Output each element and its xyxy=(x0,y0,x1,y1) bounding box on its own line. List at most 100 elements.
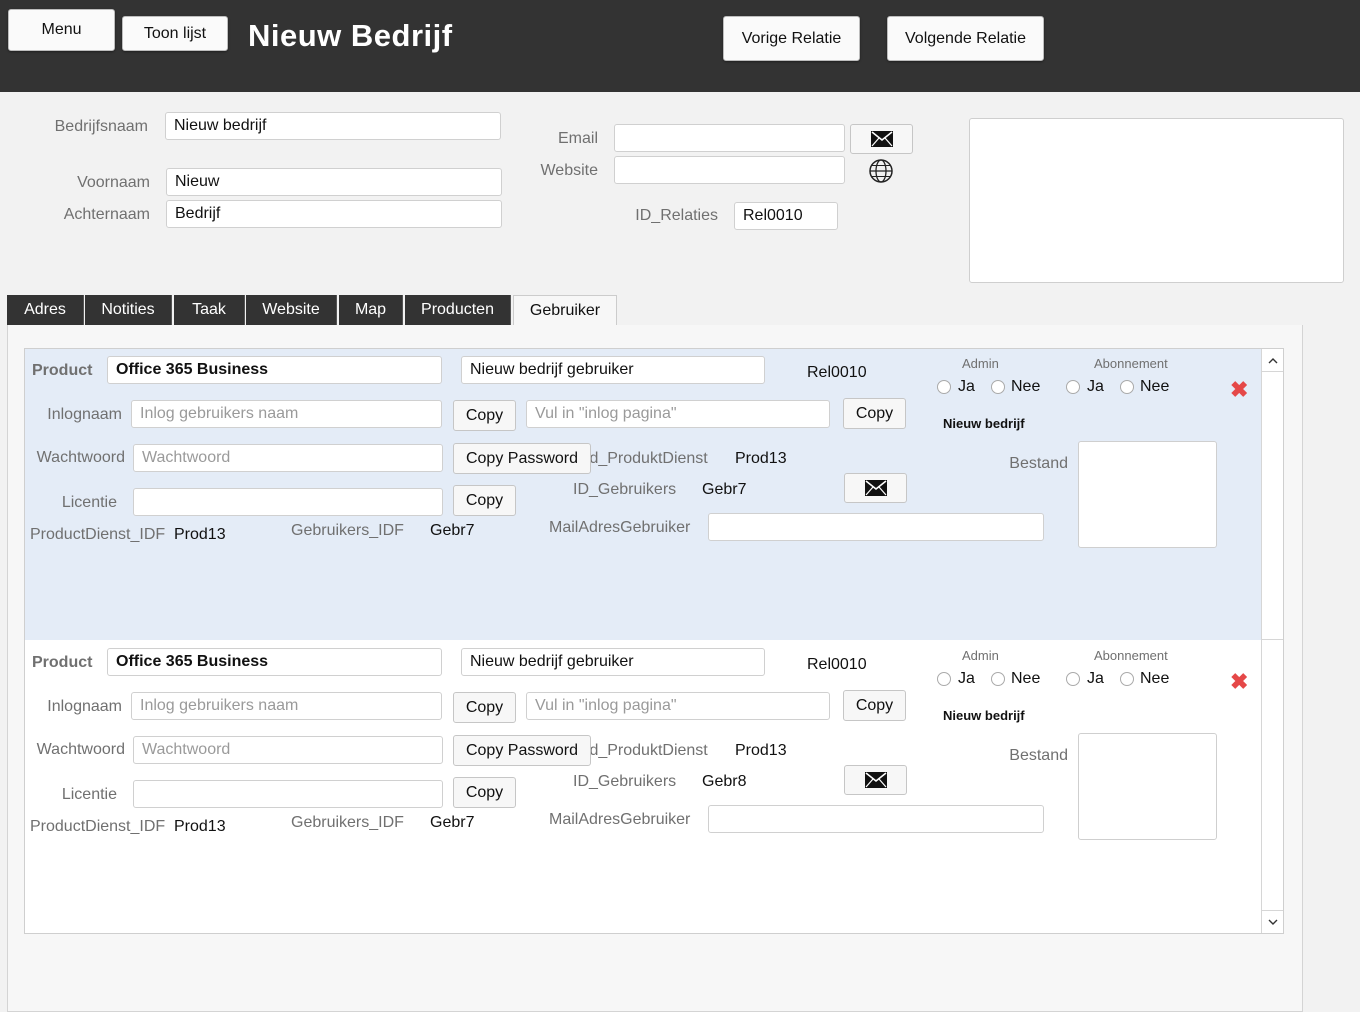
admin-nee-label: Nee xyxy=(1011,378,1041,395)
id-produktdienst-label: Id_ProduktDienst xyxy=(585,742,708,759)
wachtwoord-field[interactable]: Wachtwoord xyxy=(133,444,443,472)
mailadres-field[interactable] xyxy=(708,513,1044,541)
tab-website[interactable]: Website xyxy=(246,295,337,325)
copy-password-button[interactable]: Copy Password xyxy=(453,735,591,766)
licentie-field[interactable] xyxy=(133,780,443,808)
copy-url-button[interactable]: Copy xyxy=(843,690,906,721)
wachtwoord-label: Wachtwoord xyxy=(36,741,125,758)
abonnement-label: Abonnement xyxy=(1094,356,1168,371)
voornaam-field[interactable]: Nieuw xyxy=(166,168,502,196)
bedrijfsnaam-field[interactable]: Nieuw bedrijf xyxy=(165,112,501,140)
delete-x-icon[interactable]: ✖ xyxy=(1230,379,1248,401)
productdienst-idf-value: Prod13 xyxy=(174,818,226,835)
next-relation-button[interactable]: Volgende Relatie xyxy=(887,16,1044,61)
wachtwoord-field[interactable]: Wachtwoord xyxy=(133,736,443,764)
productdienst-idf-label: ProductDienst_IDF xyxy=(30,526,166,543)
licentie-field[interactable] xyxy=(133,488,443,516)
admin-ja-label: Ja xyxy=(958,670,975,687)
gebruikers-idf-label: Gebruikers_IDF xyxy=(291,814,404,831)
send-user-email-button[interactable] xyxy=(844,765,907,795)
bestand-label: Bestand xyxy=(1009,747,1068,764)
tab-notities[interactable]: Notities xyxy=(85,295,172,325)
bestand-container[interactable] xyxy=(1078,441,1217,548)
abonnement-nee-label: Nee xyxy=(1140,378,1170,395)
send-user-email-button[interactable] xyxy=(844,473,907,503)
email-field[interactable] xyxy=(614,124,845,152)
copy-url-button[interactable]: Copy xyxy=(843,398,906,429)
login-url-field[interactable]: Vul in "inlog pagina" xyxy=(526,692,830,720)
scroll-thumb[interactable] xyxy=(1262,373,1283,640)
website-label: Website xyxy=(540,162,598,179)
chevron-up-icon xyxy=(1268,357,1277,363)
abonnement-nee-radio[interactable] xyxy=(1120,672,1134,686)
admin-ja-radio[interactable] xyxy=(937,672,951,686)
id-gebruikers-value: Gebr8 xyxy=(702,773,747,790)
image-container[interactable] xyxy=(969,118,1344,283)
tab-map[interactable]: Map xyxy=(339,295,403,325)
company-user-field[interactable]: Nieuw bedrijf gebruiker xyxy=(461,356,765,384)
relation-id-value: Rel0010 xyxy=(807,656,867,673)
admin-nee-radio[interactable] xyxy=(991,380,1005,394)
login-url-field[interactable]: Vul in "inlog pagina" xyxy=(526,400,830,428)
gebruikers-idf-value: Gebr7 xyxy=(430,814,475,831)
abonnement-ja-label: Ja xyxy=(1087,378,1104,395)
header-bar: Menu Toon lijst Nieuw Bedrijf Vorige Rel… xyxy=(0,0,1360,92)
productdienst-idf-value: Prod13 xyxy=(174,526,226,543)
inlognaam-label: Inlognaam xyxy=(47,406,122,423)
tab-adres[interactable]: Adres xyxy=(7,295,84,325)
licentie-label: Licentie xyxy=(61,786,117,803)
company-user-field[interactable]: Nieuw bedrijf gebruiker xyxy=(461,648,765,676)
id-relaties-field[interactable]: Rel0010 xyxy=(734,202,838,230)
id-gebruikers-label: ID_Gebruikers xyxy=(573,481,677,498)
product-label: Product xyxy=(32,654,93,671)
delete-x-icon[interactable]: ✖ xyxy=(1230,671,1248,693)
tab-producten[interactable]: Producten xyxy=(405,295,511,325)
scroll-up-button[interactable] xyxy=(1262,350,1283,372)
admin-nee-label: Nee xyxy=(1011,670,1041,687)
abonnement-label: Abonnement xyxy=(1094,648,1168,663)
abonnement-nee-radio[interactable] xyxy=(1120,380,1134,394)
product-field[interactable]: Office 365 Business xyxy=(107,648,442,676)
tab-taak[interactable]: Taak xyxy=(174,295,245,325)
inlognaam-field[interactable]: Inlog gebruikers naam xyxy=(131,400,442,428)
bestand-container[interactable] xyxy=(1078,733,1217,840)
gebruikers-idf-value: Gebr7 xyxy=(430,522,475,539)
id-gebruikers-label: ID_Gebruikers xyxy=(573,773,677,790)
product-field[interactable]: Office 365 Business xyxy=(107,356,442,384)
admin-ja-label: Ja xyxy=(958,378,975,395)
achternaam-label: Achternaam xyxy=(63,206,150,223)
admin-ja-radio[interactable] xyxy=(937,380,951,394)
abonnement-ja-radio[interactable] xyxy=(1066,380,1080,394)
globe-icon[interactable] xyxy=(868,158,894,184)
bestand-label: Bestand xyxy=(1009,455,1068,472)
mailadres-field[interactable] xyxy=(708,805,1044,833)
copy-password-button[interactable]: Copy Password xyxy=(453,443,591,474)
relation-id-value: Rel0010 xyxy=(807,364,867,381)
copy-login-button[interactable]: Copy xyxy=(453,692,516,723)
copy-license-button[interactable]: Copy xyxy=(453,485,516,516)
website-field[interactable] xyxy=(614,156,845,184)
admin-label: Admin xyxy=(962,648,999,663)
scroll-down-button[interactable] xyxy=(1262,910,1283,932)
tab-gebruiker[interactable]: Gebruiker xyxy=(513,295,617,326)
copy-license-button[interactable]: Copy xyxy=(453,777,516,808)
gebruikers-idf-label: Gebruikers_IDF xyxy=(291,522,404,539)
show-list-button[interactable]: Toon lijst xyxy=(122,16,228,51)
inlognaam-field[interactable]: Inlog gebruikers naam xyxy=(131,692,442,720)
envelope-icon xyxy=(864,772,887,788)
company-name-value: Nieuw bedrijf xyxy=(943,416,1025,431)
send-email-button[interactable] xyxy=(850,124,913,154)
id-gebruikers-value: Gebr7 xyxy=(702,481,747,498)
achternaam-field[interactable]: Bedrijf xyxy=(166,200,502,228)
abonnement-ja-radio[interactable] xyxy=(1066,672,1080,686)
chevron-down-icon xyxy=(1268,919,1277,925)
inlognaam-label: Inlognaam xyxy=(47,698,122,715)
menu-button[interactable]: Menu xyxy=(8,9,115,51)
email-label: Email xyxy=(557,130,598,147)
voornaam-label: Voornaam xyxy=(77,174,150,191)
previous-relation-button[interactable]: Vorige Relatie xyxy=(723,16,860,61)
bedrijfsnaam-label: Bedrijfsnaam xyxy=(54,118,148,135)
copy-login-button[interactable]: Copy xyxy=(453,400,516,431)
admin-nee-radio[interactable] xyxy=(991,672,1005,686)
id-relaties-label: ID_Relaties xyxy=(635,207,718,224)
